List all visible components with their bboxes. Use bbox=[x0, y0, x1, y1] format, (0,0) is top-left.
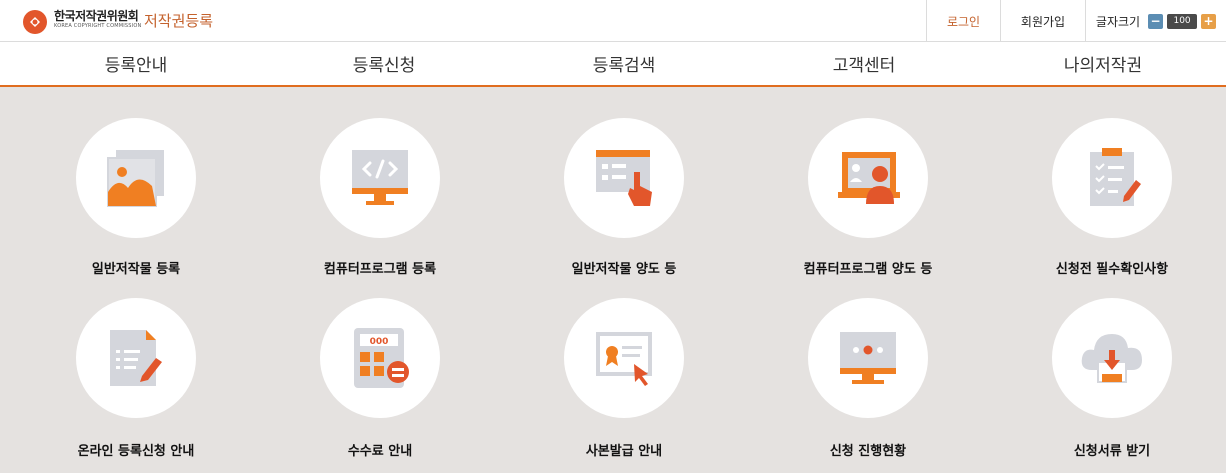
document-pencil-icon bbox=[110, 330, 162, 386]
login-link[interactable]: 로그인 bbox=[926, 0, 1000, 42]
nav-my-copyright[interactable]: 나의저작권 bbox=[1003, 42, 1203, 85]
logo-english-name: KOREA COPYRIGHT COMMISSION bbox=[54, 23, 142, 29]
calculator-icon: 000 bbox=[354, 328, 409, 388]
service-card-online-application-guide[interactable]: 온라인 등록신청 안내 bbox=[16, 298, 256, 468]
service-label: 온라인 등록신청 안내 bbox=[77, 444, 195, 459]
service-icon-circle bbox=[1052, 298, 1172, 418]
nav-customer-center[interactable]: 고객센터 bbox=[764, 42, 964, 85]
certificate-cursor-icon bbox=[596, 332, 652, 386]
commission-logo-text[interactable]: 한국저작권위원회 KOREA COPYRIGHT COMMISSION bbox=[54, 10, 141, 30]
font-size-label: 글자크기 bbox=[1095, 14, 1141, 29]
code-monitor-icon bbox=[352, 150, 408, 205]
service-label: 신청전 필수확인사항 bbox=[1055, 262, 1169, 277]
service-label: 수수료 안내 bbox=[347, 444, 413, 459]
clipboard-checklist-icon bbox=[1090, 148, 1141, 206]
service-label: 일반저작물 등록 bbox=[91, 262, 181, 277]
service-label: 컴퓨터프로그램 양도 등 bbox=[803, 262, 933, 277]
font-decrease-button[interactable]: − bbox=[1148, 13, 1164, 29]
service-card-fee-guide[interactable]: 000 수수료 안내 bbox=[260, 298, 500, 468]
service-icon-circle: 000 bbox=[320, 298, 440, 418]
service-icon-circle bbox=[564, 298, 684, 418]
service-label: 컴퓨터프로그램 등록 bbox=[323, 262, 437, 277]
user-monitor-icon bbox=[838, 152, 900, 204]
top-bar: 한국저작권위원회 KOREA COPYRIGHT COMMISSION 저작권등… bbox=[0, 0, 1226, 42]
progress-monitor-icon bbox=[840, 332, 896, 384]
site-title[interactable]: 저작권등록 bbox=[144, 10, 213, 31]
service-card-program-registration[interactable]: 컴퓨터프로그램 등록 bbox=[260, 118, 500, 288]
form-hand-pointer-icon bbox=[596, 150, 652, 206]
commission-logo-icon[interactable] bbox=[22, 9, 48, 35]
service-label: 신청 진행현황 bbox=[829, 444, 907, 459]
service-card-application-forms-download[interactable]: 신청서류 받기 bbox=[992, 298, 1226, 468]
service-icon-circle bbox=[76, 298, 196, 418]
font-increase-button[interactable]: + bbox=[1201, 13, 1217, 29]
service-card-copy-issuance-guide[interactable]: 사본발급 안내 bbox=[504, 298, 744, 468]
service-card-general-work-registration[interactable]: 일반저작물 등록 bbox=[16, 118, 256, 288]
font-size-value: 100 bbox=[1167, 13, 1198, 29]
service-card-pre-application-checklist[interactable]: 신청전 필수확인사항 bbox=[992, 118, 1226, 288]
service-label: 신청서류 받기 bbox=[1073, 444, 1151, 459]
cloud-download-icon bbox=[1081, 334, 1142, 383]
main-nav: 등록안내 등록신청 등록검색 고객센터 나의저작권 bbox=[0, 42, 1226, 87]
service-icon-circle bbox=[320, 118, 440, 238]
service-icon-circle bbox=[808, 118, 928, 238]
svg-text:000: 000 bbox=[370, 337, 389, 347]
service-icon-circle bbox=[76, 118, 196, 238]
service-card-application-status[interactable]: 신청 진행현황 bbox=[748, 298, 988, 468]
service-card-general-work-transfer[interactable]: 일반저작물 양도 등 bbox=[504, 118, 744, 288]
font-size-control: 글자크기 − 100 + bbox=[1085, 0, 1226, 42]
nav-registration-apply[interactable]: 등록신청 bbox=[284, 42, 484, 85]
logo-korean-name: 한국저작권위원회 bbox=[54, 9, 139, 23]
nav-registration-search[interactable]: 등록검색 bbox=[524, 42, 724, 85]
image-document-icon bbox=[107, 150, 164, 207]
nav-registration-guide[interactable]: 등록안내 bbox=[36, 42, 236, 85]
signup-link[interactable]: 회원가입 bbox=[1000, 0, 1085, 42]
service-label: 사본발급 안내 bbox=[585, 444, 663, 459]
service-icon-circle bbox=[564, 118, 684, 238]
service-card-program-transfer[interactable]: 컴퓨터프로그램 양도 등 bbox=[748, 118, 988, 288]
service-icon-circle bbox=[1052, 118, 1172, 238]
service-label: 일반저작물 양도 등 bbox=[571, 262, 677, 277]
service-icon-circle bbox=[808, 298, 928, 418]
